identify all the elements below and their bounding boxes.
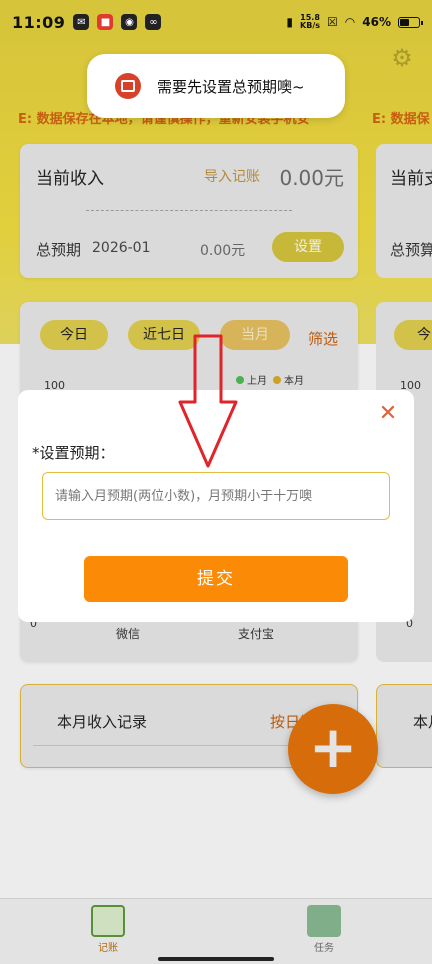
nav-item-ledger[interactable]: 记账 (78, 905, 138, 954)
add-record-button[interactable]: + (288, 704, 378, 794)
expense-card-partial: 当前支 总预算 (376, 144, 432, 278)
battery-icon (398, 16, 423, 28)
expense-title: 当前支 (390, 169, 432, 189)
mail-icon: ✉ (73, 14, 90, 30)
budget-month: 2026-01 (92, 240, 151, 256)
legend-label: 上月 (247, 376, 267, 387)
status-right: ▮ 15.8 KB/s ☒ ◠ 46% (286, 14, 423, 30)
link-icon: ∞ (145, 14, 162, 30)
status-bar: 11:09 ✉ ■ ◉ ∞ ▮ 15.8 KB/s ☒ ◠ 46% (0, 0, 432, 44)
net-speed: 15.8 KB/s (300, 14, 320, 30)
nav-item-tasks[interactable]: 任务 (294, 905, 354, 954)
legend-label: 本月 (284, 376, 304, 387)
tab-today[interactable]: 今日 (40, 320, 108, 350)
app-screen: 11:09 ✉ ■ ◉ ∞ ▮ 15.8 KB/s ☒ ◠ 46% ⚙ E: 数据… (0, 0, 432, 964)
x-tick-label: 微信 (116, 627, 141, 641)
submit-button[interactable]: 提交 (84, 556, 348, 602)
expense-budget-label: 总预算 (390, 241, 432, 259)
legend-item-this-month: 本月 (273, 372, 304, 387)
notice-marquee-right: E: 数据保 (372, 112, 430, 127)
tab-today-right[interactable]: 今 (394, 320, 432, 350)
gear-icon[interactable]: ⚙ (388, 44, 416, 72)
income-title: 当前收入 (36, 169, 104, 189)
message-icon: ◉ (121, 14, 138, 30)
toast: 需要先设置总预期噢~ (87, 54, 345, 118)
status-time: 11:09 (12, 12, 66, 32)
vibrate-icon: ▮ (286, 15, 294, 29)
expense-records-title: 本月 (413, 713, 432, 731)
nav-label: 任务 (314, 943, 334, 954)
ledger-icon (91, 905, 125, 937)
net-speed-unit: KB/s (300, 21, 321, 30)
nav-label: 记账 (98, 943, 118, 954)
annotation-arrow (178, 334, 238, 468)
chart-legend: 上月 本月 (236, 372, 304, 387)
clipboard-check-icon (307, 905, 341, 937)
import-records-link[interactable]: 导入记账 (204, 166, 260, 186)
sim-icon: ☒ (327, 15, 338, 29)
divider (86, 210, 292, 211)
budget-label: 总预期 (36, 241, 82, 259)
monthly-budget-input[interactable] (42, 472, 390, 520)
bottom-nav: 记账 任务 (0, 898, 432, 964)
x-tick-label: 支付宝 (238, 627, 275, 641)
wifi-icon: ◠ (344, 15, 356, 29)
budget-amount: 0.00元 (200, 243, 246, 259)
dialog-label: *设置预期： (32, 444, 115, 462)
expense-records-partial: 本月 (376, 684, 432, 768)
set-budget-button[interactable]: 设置 (272, 232, 344, 262)
home-indicator[interactable] (158, 957, 274, 961)
filter-link[interactable]: 筛选 (308, 328, 338, 349)
income-card: 当前收入 导入记账 0.00元 总预期 2026-01 0.00元 设置 (20, 144, 358, 278)
calendar-icon (115, 73, 141, 99)
close-icon[interactable]: ✕ (378, 403, 398, 425)
status-left: 11:09 ✉ ■ ◉ ∞ (12, 12, 162, 32)
battery-percent: 46% (362, 15, 391, 29)
app-notification-icon: ■ (97, 14, 114, 30)
records-title: 本月收入记录 (57, 713, 148, 731)
income-amount: 0.00元 (279, 166, 344, 190)
legend-item-last-month: 上月 (236, 372, 267, 387)
toast-text: 需要先设置总预期噢~ (157, 77, 305, 96)
